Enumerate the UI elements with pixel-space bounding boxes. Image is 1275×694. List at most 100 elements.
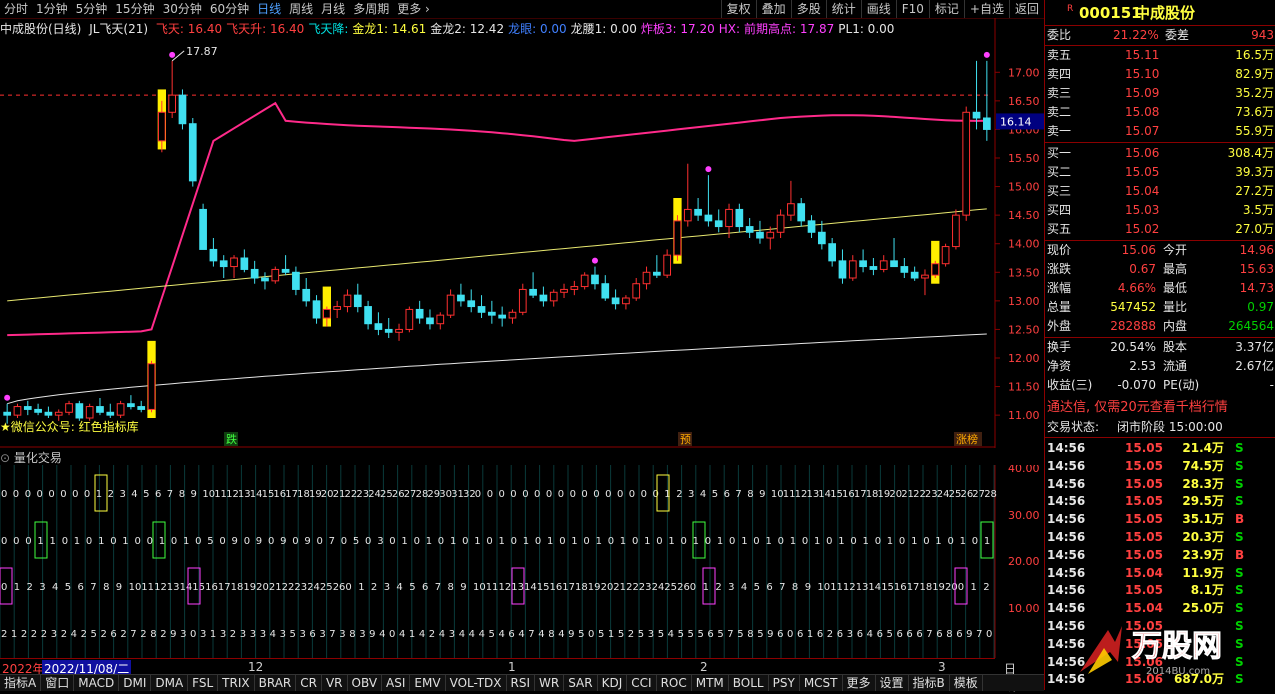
- chart-action-4[interactable]: 画线: [860, 0, 896, 18]
- buy-label: 买二: [1047, 165, 1072, 179]
- indicator-tab-5[interactable]: FSL: [188, 675, 219, 691]
- sell-row[interactable]: 卖一 15.07 55.9万: [1045, 122, 1275, 140]
- tick-volume: 8.1万: [1190, 583, 1224, 598]
- quant-cell: 5: [754, 582, 760, 593]
- date-ruler[interactable]: 2022年 2022/11/08/二 12 1 2 3 日线: [0, 658, 1016, 693]
- period-tab-0[interactable]: 分时: [0, 0, 32, 18]
- period-tab-3[interactable]: 15分钟: [111, 0, 158, 18]
- indicator-tab-3[interactable]: DMI: [119, 675, 152, 691]
- indicator-tab-24[interactable]: 更多: [843, 675, 876, 691]
- quant-cell: 0: [948, 536, 954, 547]
- quant-cell: 12: [843, 582, 856, 593]
- indicator-tab-10[interactable]: OBV: [348, 675, 383, 691]
- buy-row[interactable]: 买二 15.05 39.3万: [1045, 163, 1275, 181]
- quant-cell: 0: [62, 536, 68, 547]
- indicator-tab-11[interactable]: ASI: [382, 675, 411, 691]
- period-tab-6[interactable]: 日线: [253, 0, 285, 18]
- indicator-tab-26[interactable]: 指标B: [909, 675, 950, 691]
- period-tab-8[interactable]: 月线: [317, 0, 349, 18]
- tick-time: 14:56: [1047, 441, 1086, 455]
- indicator-tab-13[interactable]: VOL-TDX: [446, 675, 507, 691]
- quant-cell: 18: [920, 582, 933, 593]
- quant-cell: 8: [946, 629, 952, 640]
- sell-row[interactable]: 卖三 15.09 35.2万: [1045, 84, 1275, 102]
- indicator-tab-6[interactable]: TRIX: [218, 675, 255, 691]
- period-tab-10[interactable]: 更多 ›: [393, 0, 434, 18]
- sell-row[interactable]: 卖四 15.10 82.9万: [1045, 65, 1275, 83]
- buy-row[interactable]: 买四 15.03 3.5万: [1045, 201, 1275, 219]
- fin-row: 净资 2.53 流通 2.67亿: [1045, 357, 1275, 375]
- quant-cell: 8: [103, 582, 109, 593]
- promo-link[interactable]: 通达信, 仅需20元查看千档行情: [1047, 398, 1228, 418]
- indicator-tab-19[interactable]: ROC: [657, 675, 692, 691]
- tick-price: 15.05: [1125, 547, 1163, 562]
- indicator-tab-0[interactable]: 指标A: [0, 675, 42, 691]
- chart-action-6[interactable]: 标记: [928, 0, 964, 18]
- indicator-tab-25[interactable]: 设置: [876, 675, 909, 691]
- indicator-tab-20[interactable]: MTM: [692, 675, 729, 691]
- price-label: 13.00: [1008, 295, 1040, 308]
- chart-action-0[interactable]: 复权: [720, 0, 756, 18]
- sell-row[interactable]: 卖二 15.08 73.6万: [1045, 103, 1275, 121]
- indicator-tab-17[interactable]: KDJ: [598, 675, 628, 691]
- buy-row[interactable]: 买三 15.04 27.2万: [1045, 182, 1275, 200]
- indicator-tab-23[interactable]: MCST: [800, 675, 843, 691]
- sell-row[interactable]: 卖五 15.11 16.5万: [1045, 46, 1275, 64]
- chart-action-1[interactable]: 叠加: [755, 0, 791, 18]
- kline-chart[interactable]: 17.0016.5016.0015.5015.0014.5014.0013.50…: [0, 18, 1044, 448]
- indicator-tab-15[interactable]: WR: [535, 675, 565, 691]
- quant-cell: 2: [21, 629, 27, 640]
- quant-cell: 0: [632, 536, 638, 547]
- quant-cell: 31: [451, 489, 464, 500]
- indicator-tab-18[interactable]: CCI: [627, 675, 657, 691]
- chart-action-7[interactable]: +自选: [963, 0, 1009, 18]
- candle: [652, 255, 661, 278]
- indicator-tab-16[interactable]: SAR: [564, 675, 598, 691]
- promo-row[interactable]: 通达信, 仅需20元查看千档行情: [1045, 398, 1275, 418]
- indicator-tab-27[interactable]: 模板: [950, 675, 983, 691]
- quant-cell: 7: [727, 629, 733, 640]
- buy-row[interactable]: 买一 15.06 308.4万: [1045, 144, 1275, 162]
- period-tab-9[interactable]: 多周期: [349, 0, 393, 18]
- chart-action-2[interactable]: 多股: [790, 0, 826, 18]
- period-tab-5[interactable]: 60分钟: [206, 0, 253, 18]
- chart-action-8[interactable]: 返回: [1008, 0, 1044, 18]
- period-tab-7[interactable]: 周线: [285, 0, 317, 18]
- candle: [137, 400, 146, 413]
- collapse-icon[interactable]: ⊙: [0, 451, 10, 465]
- indicator-tab-7[interactable]: BRAR: [255, 675, 297, 691]
- indicator-tab-12[interactable]: EMV: [410, 675, 446, 691]
- quant-cell: 4: [419, 629, 425, 640]
- quant-cell: 7: [329, 629, 335, 640]
- quant-cell: 10: [129, 582, 142, 593]
- quant-cell: 2: [81, 629, 87, 640]
- indicator-tab-8[interactable]: CR: [296, 675, 322, 691]
- quant-cell: 14: [818, 489, 831, 500]
- period-tab-2[interactable]: 5分钟: [72, 0, 112, 18]
- indicator-tab-1[interactable]: 窗口: [41, 675, 75, 691]
- gold-dragon-1-line: [7, 208, 987, 302]
- indicator-tab-9[interactable]: VR: [322, 675, 348, 691]
- period-tab-1[interactable]: 1分钟: [32, 0, 72, 18]
- price-label: 12.00: [1008, 352, 1040, 365]
- indicator-tab-14[interactable]: RSI: [507, 675, 536, 691]
- quant-cell: 5: [353, 536, 359, 547]
- indicator-tab-22[interactable]: PSY: [769, 675, 800, 691]
- quant-cell: 0: [389, 536, 395, 547]
- indicator-tab-21[interactable]: BOLL: [729, 675, 769, 691]
- quant-cell: 29: [427, 489, 440, 500]
- quant-cell: 2: [31, 629, 37, 640]
- chart-action-3[interactable]: 统计: [825, 0, 861, 18]
- quant-cell: 18: [297, 489, 310, 500]
- period-tab-4[interactable]: 30分钟: [159, 0, 206, 18]
- candle: [518, 283, 527, 316]
- quant-cell: 9: [805, 582, 811, 593]
- quant-trade-panel[interactable]: 40.0030.0020.0010.000 0 0 0 0 0 0 0 1 2 3 4 5 6 7 8 9 10 1…: [0, 465, 1044, 658]
- indicator-tab-4[interactable]: DMA: [151, 675, 189, 691]
- chart-action-5[interactable]: F10: [895, 0, 929, 18]
- tick-price: 15.05: [1125, 441, 1163, 455]
- indicator-tab-2[interactable]: MACD: [74, 675, 120, 691]
- quant-cell: 20: [945, 582, 958, 593]
- buy-row[interactable]: 买五 15.02 27.0万: [1045, 220, 1275, 238]
- quant-cell: 8: [349, 629, 355, 640]
